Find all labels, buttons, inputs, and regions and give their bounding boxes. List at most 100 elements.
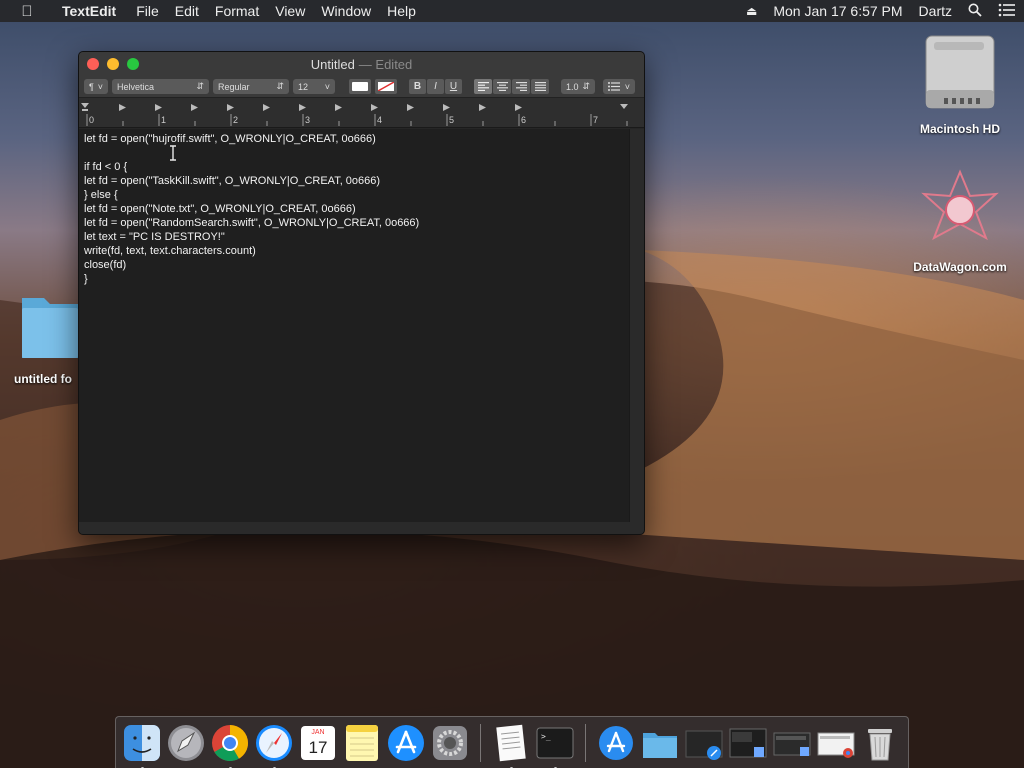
line-spacing-value: 1.0 [566,81,579,92]
window-titlebar[interactable]: Untitled — Edited [79,52,644,76]
align-center-icon [496,82,508,91]
no-color-icon [378,82,394,91]
dock-downloads-stack[interactable] [684,723,724,763]
downloads-stack-icon [685,730,723,760]
dock-trash[interactable] [860,723,900,763]
folder-icon [643,732,677,758]
background-color-well[interactable] [375,79,397,94]
eject-icon[interactable]: ⏏ [738,4,765,18]
window-title-suffix: — Edited [358,56,413,72]
document-line: write(fd, text, text.characters.count) [84,245,256,257]
ruler-number: 5 [449,115,455,125]
close-button[interactable] [87,58,99,70]
dock-system-preferences[interactable] [430,723,470,763]
dock-app-store[interactable] [386,723,426,763]
ibeam-cursor-icon [170,145,176,161]
dock-launchpad[interactable] [166,723,206,763]
dock-safari[interactable] [254,723,294,768]
justify-icon [534,82,546,91]
dock-minimized-window-3[interactable] [816,723,856,763]
text-color-well[interactable] [349,79,371,94]
dock-finder[interactable] [122,723,162,768]
chevron-down-icon: ˅ [97,81,103,92]
dock-textedit[interactable] [491,723,531,768]
list-bullets-icon [608,82,620,91]
ruler-number: 0 [89,115,95,125]
ruler-number: 6 [521,115,527,125]
line-spacing-select[interactable]: 1.0 ⇵ [561,79,595,94]
window-thumbnail-icon [817,732,855,758]
document-text-area[interactable]: let fd = open("hujrofif.swift", O_WRONLY… [79,129,629,522]
notification-center-icon[interactable] [990,3,1024,20]
dock-notes[interactable] [342,723,382,763]
dock-minimized-window-2[interactable] [772,723,812,763]
menu-edit[interactable]: Edit [167,3,207,19]
font-size-value: 12 [298,81,309,92]
align-right-button[interactable] [512,79,530,94]
ruler-number: 1 [161,115,167,125]
up-down-icon: ⇵ [196,81,204,91]
chrome-icon [212,724,248,761]
italic-button[interactable]: I [427,79,444,94]
bold-button[interactable]: B [409,79,426,94]
ruler[interactable]: 0 1 2 3 4 5 6 7 [79,98,644,128]
document-line: let fd = open("RandomSearch.swift", O_WR… [84,217,420,229]
menu-file[interactable]: File [128,3,167,19]
underline-button[interactable]: U [445,79,462,94]
document-line: } else { [84,189,118,201]
align-left-icon [477,82,489,91]
spotlight-search-icon[interactable] [960,3,990,20]
align-center-button[interactable] [493,79,511,94]
up-down-icon: ⇵ [582,81,590,91]
list-bullets-select[interactable]: ˅ [603,79,635,94]
vertical-scrollbar[interactable] [629,129,644,522]
font-family-select[interactable]: Helvetica ⇵ [112,79,209,94]
window-thumbnail-icon [729,728,767,757]
user-name[interactable]: Dartz [911,3,960,19]
dock-terminal[interactable]: >_ [535,723,575,768]
desktop-icon-label: Macintosh HD [919,122,1000,136]
desktop-icon-untitled-folder[interactable]: untitled fo [0,292,78,386]
window-bottom-bar [79,522,644,534]
paragraph-style-select[interactable]: ¶ ˅ [84,79,108,94]
desktop-icon-macintosh-hd[interactable]: Macintosh HD [905,34,1015,136]
dock-separator [480,723,481,762]
font-size-select[interactable]: 12 ˅ [293,79,335,94]
up-down-icon: ⇵ [276,81,284,91]
folder-icon [22,298,78,358]
app-store-icon [599,725,633,760]
menu-view[interactable]: View [267,3,313,19]
apple-menu-icon[interactable]:  [0,3,54,20]
menu-help[interactable]: Help [379,3,424,19]
dock-calendar[interactable]: JAN 17 [298,723,338,763]
font-style-value: Regular [218,81,250,92]
datawagon-logo-icon [921,169,999,241]
app-store-icon [388,724,424,761]
trash-icon [868,728,892,760]
document-line: let fd = open("hujrofif.swift", O_WRONLY… [84,133,376,145]
chevron-down-icon: ˅ [324,81,330,92]
desktop-icon-datawagon[interactable]: DataWagon.com [905,168,1015,274]
safari-compass-icon [256,724,292,761]
menu-format[interactable]: Format [207,3,267,19]
clock-datetime[interactable]: Mon Jan 17 6:57 PM [765,3,910,19]
ruler-number: 3 [305,115,311,125]
font-style-select[interactable]: Regular ⇵ [213,79,289,94]
dock-minimized-window-1[interactable] [728,723,768,763]
menu-app-name[interactable]: TextEdit [54,3,128,19]
window-title: Untitled [310,56,355,72]
textedit-window[interactable]: Untitled — Edited ¶ ˅ Helvetica ⇵ Regular ⇵… [78,51,645,535]
font-family-value: Helvetica [117,81,155,92]
justify-button[interactable] [531,79,549,94]
minimize-button[interactable] [107,58,119,70]
menu-window[interactable]: Window [313,3,379,19]
menu-bar:  TextEdit File Edit Format View Window … [0,0,1024,22]
dock-applications-folder[interactable] [596,723,636,763]
finder-icon [124,724,160,761]
svg-text:>_: >_ [541,732,551,741]
dock-documents-folder[interactable] [640,723,680,763]
align-left-button[interactable] [474,79,492,94]
zoom-button[interactable] [127,58,139,70]
dock-chrome[interactable] [210,723,250,768]
